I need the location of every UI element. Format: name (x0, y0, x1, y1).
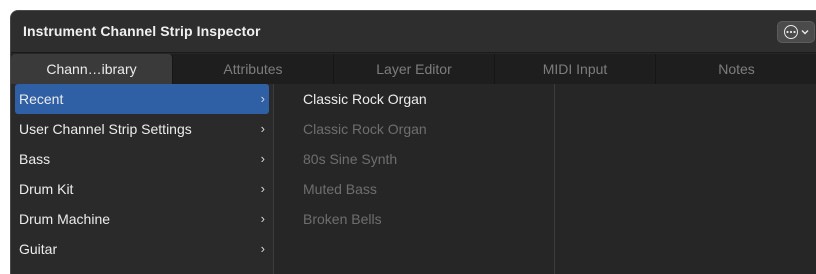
category-label: Bass (19, 151, 51, 167)
patch-column: Classic Rock Organ Classic Rock Organ 80… (285, 84, 555, 274)
category-column: Recent › User Channel Strip Settings › B… (11, 84, 274, 274)
category-item-user-channel-strip-settings[interactable]: User Channel Strip Settings › (11, 114, 273, 144)
category-item-guitar[interactable]: Guitar › (11, 234, 273, 264)
category-item-recent[interactable]: Recent › (15, 84, 269, 114)
tab-layer-editor[interactable]: Layer Editor (334, 54, 495, 84)
tab-notes[interactable]: Notes (656, 54, 816, 84)
patch-item[interactable]: Broken Bells (285, 204, 554, 234)
tab-attributes[interactable]: Attributes (173, 54, 334, 84)
chevron-right-icon: › (260, 91, 265, 106)
chevron-down-icon (801, 27, 809, 37)
window-title: Instrument Channel Strip Inspector (23, 23, 261, 39)
chevron-right-icon: › (260, 121, 265, 136)
category-label: Guitar (19, 241, 58, 257)
category-label: Recent (19, 91, 64, 107)
category-item-bass[interactable]: Bass › (11, 144, 273, 174)
category-label: Drum Machine (19, 211, 111, 227)
patch-item[interactable]: Muted Bass (285, 174, 554, 204)
category-label: User Channel Strip Settings (19, 121, 192, 137)
options-menu-button[interactable] (777, 21, 815, 43)
patch-item[interactable]: Classic Rock Organ (285, 84, 554, 114)
inspector-tabs: Chann…ibrary Attributes Layer Editor MID… (11, 54, 816, 84)
ellipsis-circle-icon (783, 25, 798, 39)
category-label: Drum Kit (19, 181, 74, 197)
tab-midi-input[interactable]: MIDI Input (495, 54, 656, 84)
patch-item[interactable]: Classic Rock Organ (285, 114, 554, 144)
tab-channel-strip-library[interactable]: Chann…ibrary (11, 54, 173, 84)
chevron-right-icon: › (260, 241, 265, 256)
chevron-right-icon: › (260, 181, 265, 196)
title-bar: Instrument Channel Strip Inspector (11, 11, 816, 53)
patch-item[interactable]: 80s Sine Synth (285, 144, 554, 174)
category-item-drum-machine[interactable]: Drum Machine › (11, 204, 273, 234)
inspector-window: Instrument Channel Strip Inspector Chann… (10, 10, 816, 274)
library-browser: Recent › User Channel Strip Settings › B… (11, 84, 816, 274)
chevron-right-icon: › (260, 211, 265, 226)
chevron-right-icon: › (260, 151, 265, 166)
category-item-drum-kit[interactable]: Drum Kit › (11, 174, 273, 204)
